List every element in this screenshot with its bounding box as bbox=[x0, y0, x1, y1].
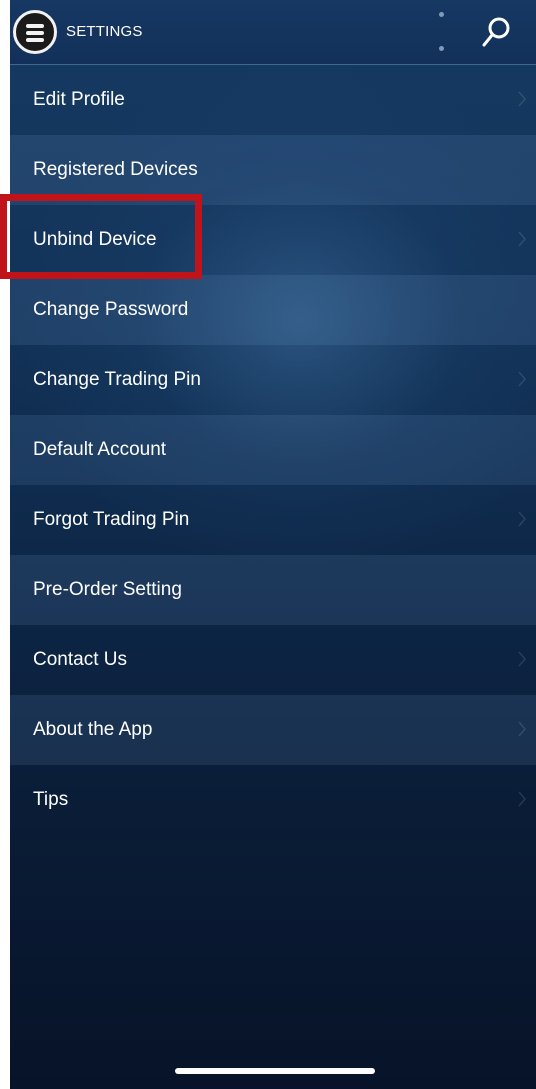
menu-item-label: Registered Devices bbox=[33, 159, 198, 180]
home-indicator bbox=[175, 1068, 375, 1074]
menu-item-label: Tips bbox=[33, 789, 69, 810]
hamburger-menu-icon-bar bbox=[26, 38, 44, 42]
menu-item-label: Pre-Order Setting bbox=[33, 579, 182, 600]
menu-button[interactable] bbox=[13, 10, 57, 54]
chevron-right-icon bbox=[518, 371, 526, 387]
settings-screen: SETTINGS Edit Profile Registered Devices… bbox=[10, 0, 536, 1089]
menu-item-change-password[interactable]: Change Password bbox=[10, 275, 536, 345]
menu-item-about-the-app[interactable]: About the App bbox=[10, 695, 536, 765]
chevron-right-icon bbox=[518, 651, 526, 667]
menu-item-pre-order-setting[interactable]: Pre-Order Setting bbox=[10, 555, 536, 625]
dot bbox=[439, 12, 444, 17]
dot bbox=[439, 46, 444, 51]
hamburger-menu-icon bbox=[26, 24, 44, 28]
menu-item-change-trading-pin[interactable]: Change Trading Pin bbox=[10, 345, 536, 415]
highlight-annotation-box bbox=[0, 194, 202, 279]
menu-item-label: Change Trading Pin bbox=[33, 369, 201, 390]
menu-item-edit-profile[interactable]: Edit Profile bbox=[10, 65, 536, 135]
chevron-right-icon bbox=[518, 91, 526, 107]
page-title: SETTINGS bbox=[66, 23, 143, 40]
menu-item-default-account[interactable]: Default Account bbox=[10, 415, 536, 485]
chevron-right-icon bbox=[518, 791, 526, 807]
menu-item-label: About the App bbox=[33, 719, 153, 740]
hamburger-menu-icon-bar bbox=[26, 31, 44, 35]
app-header: SETTINGS bbox=[10, 0, 536, 65]
menu-item-forgot-trading-pin[interactable]: Forgot Trading Pin bbox=[10, 485, 536, 555]
vertical-dots-icon[interactable] bbox=[437, 8, 447, 56]
search-button[interactable] bbox=[472, 8, 520, 56]
chevron-right-icon bbox=[518, 511, 526, 527]
chevron-right-icon bbox=[518, 231, 526, 247]
menu-item-label: Contact Us bbox=[33, 649, 127, 670]
menu-item-label: Change Password bbox=[33, 299, 189, 320]
menu-item-label: Forgot Trading Pin bbox=[33, 509, 190, 530]
menu-item-tips[interactable]: Tips bbox=[10, 765, 536, 835]
menu-item-label: Default Account bbox=[33, 439, 167, 460]
chevron-right-icon bbox=[518, 721, 526, 737]
menu-item-contact-us[interactable]: Contact Us bbox=[10, 625, 536, 695]
search-icon bbox=[482, 17, 510, 47]
menu-item-label: Edit Profile bbox=[33, 89, 125, 110]
settings-menu-list: Edit Profile Registered Devices Unbind D… bbox=[10, 65, 536, 835]
